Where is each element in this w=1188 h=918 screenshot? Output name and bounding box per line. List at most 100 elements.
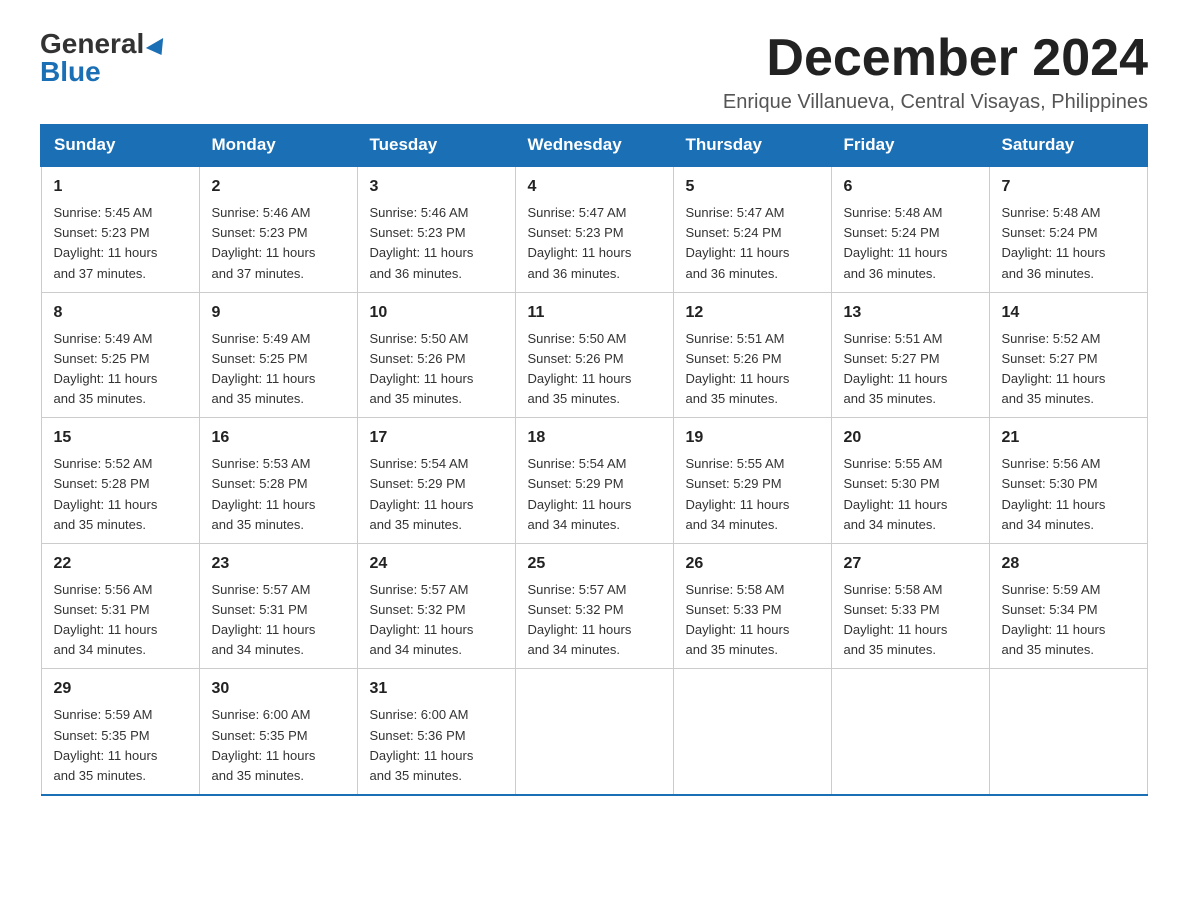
day-info: Sunrise: 5:48 AMSunset: 5:24 PMDaylight:… — [844, 203, 977, 284]
col-friday: Friday — [831, 125, 989, 167]
day-number: 19 — [686, 426, 819, 450]
day-number: 27 — [844, 552, 977, 576]
day-number: 13 — [844, 301, 977, 325]
day-number: 23 — [212, 552, 345, 576]
day-number: 29 — [54, 677, 187, 701]
day-info: Sunrise: 6:00 AMSunset: 5:35 PMDaylight:… — [212, 705, 345, 786]
day-number: 30 — [212, 677, 345, 701]
table-row: 2Sunrise: 5:46 AMSunset: 5:23 PMDaylight… — [199, 166, 357, 292]
day-info: Sunrise: 5:59 AMSunset: 5:34 PMDaylight:… — [1002, 580, 1135, 661]
day-info: Sunrise: 5:58 AMSunset: 5:33 PMDaylight:… — [686, 580, 819, 661]
day-info: Sunrise: 5:56 AMSunset: 5:30 PMDaylight:… — [1002, 454, 1135, 535]
day-number: 16 — [212, 426, 345, 450]
day-info: Sunrise: 5:45 AMSunset: 5:23 PMDaylight:… — [54, 203, 187, 284]
day-info: Sunrise: 5:57 AMSunset: 5:31 PMDaylight:… — [212, 580, 345, 661]
logo-blue-text: Blue — [40, 56, 101, 87]
table-row: 1 Sunrise: 5:45 AMSunset: 5:23 PMDaylight… — [41, 166, 199, 292]
table-row — [515, 669, 673, 795]
day-number: 22 — [54, 552, 187, 576]
day-info: Sunrise: 6:00 AMSunset: 5:36 PMDaylight:… — [370, 705, 503, 786]
day-info: Sunrise: 5:56 AMSunset: 5:31 PMDaylight:… — [54, 580, 187, 661]
day-info: Sunrise: 5:47 AMSunset: 5:23 PMDaylight:… — [528, 203, 661, 284]
table-row — [673, 669, 831, 795]
day-number: 9 — [212, 301, 345, 325]
day-number: 11 — [528, 301, 661, 325]
table-row: 14Sunrise: 5:52 AMSunset: 5:27 PMDayligh… — [989, 292, 1147, 418]
logo-general-text: General — [40, 28, 144, 59]
day-number: 7 — [1002, 175, 1135, 199]
table-row: 16 Sunrise: 5:53 AMSunset: 5:28 PMDayligh… — [199, 418, 357, 544]
day-info: Sunrise: 5:54 AMSunset: 5:29 PMDaylight:… — [370, 454, 503, 535]
day-info: Sunrise: 5:53 AMSunset: 5:28 PMDaylight:… — [212, 454, 345, 535]
calendar-header-row: Sunday Monday Tuesday Wednesday Thursday… — [41, 125, 1147, 167]
day-number: 3 — [370, 175, 503, 199]
day-info: Sunrise: 5:59 AMSunset: 5:35 PMDaylight:… — [54, 705, 187, 786]
table-row: 27 Sunrise: 5:58 AMSunset: 5:33 PMDayligh… — [831, 543, 989, 669]
table-row: 5Sunrise: 5:47 AMSunset: 5:24 PMDaylight… — [673, 166, 831, 292]
page-header: General Blue December 2024 Enrique Villa… — [40, 30, 1148, 114]
table-row: 30 Sunrise: 6:00 AMSunset: 5:35 PMDayligh… — [199, 669, 357, 795]
calendar-week-row: 8 Sunrise: 5:49 AMSunset: 5:25 PMDaylight… — [41, 292, 1147, 418]
table-row: 25Sunrise: 5:57 AMSunset: 5:32 PMDayligh… — [515, 543, 673, 669]
table-row: 21Sunrise: 5:56 AMSunset: 5:30 PMDayligh… — [989, 418, 1147, 544]
location-subtitle: Enrique Villanueva, Central Visayas, Phi… — [723, 91, 1148, 114]
day-info: Sunrise: 5:50 AMSunset: 5:26 PMDaylight:… — [370, 329, 503, 410]
day-info: Sunrise: 5:49 AMSunset: 5:25 PMDaylight:… — [212, 329, 345, 410]
day-info: Sunrise: 5:54 AMSunset: 5:29 PMDaylight:… — [528, 454, 661, 535]
table-row: 19Sunrise: 5:55 AMSunset: 5:29 PMDayligh… — [673, 418, 831, 544]
table-row: 18 Sunrise: 5:54 AMSunset: 5:29 PMDayligh… — [515, 418, 673, 544]
day-number: 31 — [370, 677, 503, 701]
day-number: 17 — [370, 426, 503, 450]
table-row: 29 Sunrise: 5:59 AMSunset: 5:35 PMDayligh… — [41, 669, 199, 795]
day-number: 24 — [370, 552, 503, 576]
table-row: 17 Sunrise: 5:54 AMSunset: 5:29 PMDayligh… — [357, 418, 515, 544]
day-number: 2 — [212, 175, 345, 199]
day-info: Sunrise: 5:55 AMSunset: 5:30 PMDaylight:… — [844, 454, 977, 535]
calendar-week-row: 1 Sunrise: 5:45 AMSunset: 5:23 PMDaylight… — [41, 166, 1147, 292]
day-number: 1 — [54, 175, 187, 199]
table-row: 31 Sunrise: 6:00 AMSunset: 5:36 PMDayligh… — [357, 669, 515, 795]
day-number: 26 — [686, 552, 819, 576]
col-thursday: Thursday — [673, 125, 831, 167]
month-title: December 2024 — [723, 30, 1148, 87]
col-saturday: Saturday — [989, 125, 1147, 167]
day-number: 6 — [844, 175, 977, 199]
table-row: 6 Sunrise: 5:48 AMSunset: 5:24 PMDaylight… — [831, 166, 989, 292]
day-number: 8 — [54, 301, 187, 325]
table-row: 28Sunrise: 5:59 AMSunset: 5:34 PMDayligh… — [989, 543, 1147, 669]
table-row — [989, 669, 1147, 795]
day-info: Sunrise: 5:47 AMSunset: 5:24 PMDaylight:… — [686, 203, 819, 284]
day-info: Sunrise: 5:58 AMSunset: 5:33 PMDaylight:… — [844, 580, 977, 661]
day-info: Sunrise: 5:51 AMSunset: 5:26 PMDaylight:… — [686, 329, 819, 410]
calendar-week-row: 29 Sunrise: 5:59 AMSunset: 5:35 PMDayligh… — [41, 669, 1147, 795]
day-number: 20 — [844, 426, 977, 450]
day-info: Sunrise: 5:50 AMSunset: 5:26 PMDaylight:… — [528, 329, 661, 410]
day-number: 15 — [54, 426, 187, 450]
table-row: 12 Sunrise: 5:51 AMSunset: 5:26 PMDayligh… — [673, 292, 831, 418]
table-row: 23 Sunrise: 5:57 AMSunset: 5:31 PMDayligh… — [199, 543, 357, 669]
logo-blue-row: Blue — [40, 58, 101, 86]
col-wednesday: Wednesday — [515, 125, 673, 167]
calendar-week-row: 22 Sunrise: 5:56 AMSunset: 5:31 PMDayligh… — [41, 543, 1147, 669]
col-monday: Monday — [199, 125, 357, 167]
day-info: Sunrise: 5:46 AMSunset: 5:23 PMDaylight:… — [370, 203, 503, 284]
day-info: Sunrise: 5:51 AMSunset: 5:27 PMDaylight:… — [844, 329, 977, 410]
day-number: 4 — [528, 175, 661, 199]
table-row: 22 Sunrise: 5:56 AMSunset: 5:31 PMDayligh… — [41, 543, 199, 669]
day-info: Sunrise: 5:52 AMSunset: 5:27 PMDaylight:… — [1002, 329, 1135, 410]
col-tuesday: Tuesday — [357, 125, 515, 167]
table-row: 15Sunrise: 5:52 AMSunset: 5:28 PMDayligh… — [41, 418, 199, 544]
table-row — [831, 669, 989, 795]
day-number: 12 — [686, 301, 819, 325]
table-row: 3 Sunrise: 5:46 AMSunset: 5:23 PMDaylight… — [357, 166, 515, 292]
title-block: December 2024 Enrique Villanueva, Centra… — [723, 30, 1148, 114]
day-number: 10 — [370, 301, 503, 325]
table-row: 10 Sunrise: 5:50 AMSunset: 5:26 PMDayligh… — [357, 292, 515, 418]
logo-triangle-icon — [146, 38, 170, 60]
logo: General Blue — [40, 30, 168, 86]
calendar-table: Sunday Monday Tuesday Wednesday Thursday… — [40, 124, 1148, 796]
day-number: 18 — [528, 426, 661, 450]
day-info: Sunrise: 5:57 AMSunset: 5:32 PMDaylight:… — [528, 580, 661, 661]
logo-general-row: General — [40, 30, 168, 58]
table-row: 20 Sunrise: 5:55 AMSunset: 5:30 PMDayligh… — [831, 418, 989, 544]
